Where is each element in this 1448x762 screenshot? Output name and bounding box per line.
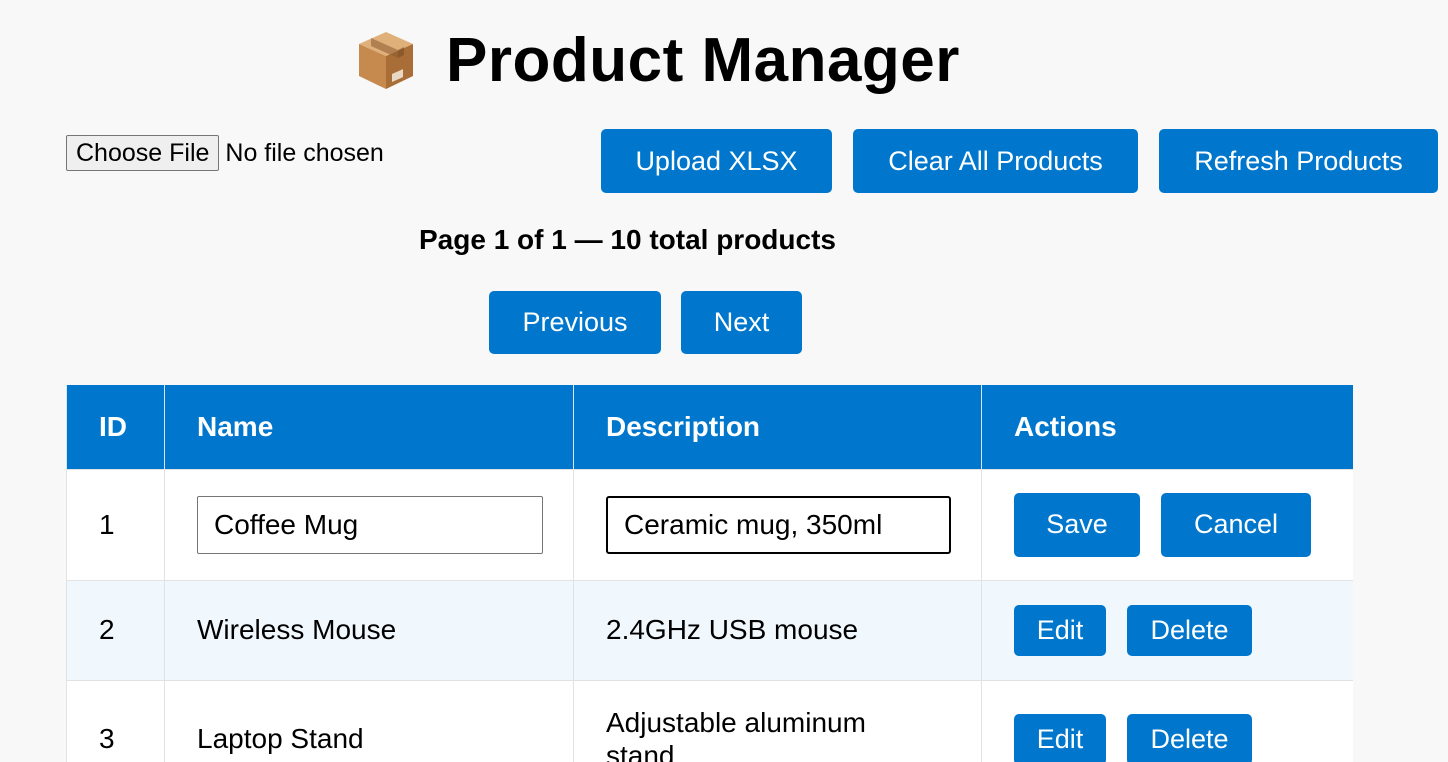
file-status-text: No file chosen <box>225 138 384 167</box>
upload-xlsx-button[interactable]: Upload XLSX <box>601 129 832 193</box>
delete-button[interactable]: Delete <box>1127 604 1252 656</box>
choose-file-button[interactable]: Choose File <box>66 135 220 171</box>
column-header-description: Description <box>573 385 982 469</box>
row-actions: Edit Delete <box>1014 713 1353 762</box>
table-row: 1 Save Cancel <box>66 468 1353 581</box>
product-manager-app: Product Manager Choose File No file chos… <box>0 0 1448 762</box>
column-header-name: Name <box>164 385 574 469</box>
next-page-button[interactable]: Next <box>681 291 802 354</box>
column-header-actions: Actions <box>981 385 1353 469</box>
save-button[interactable]: Save <box>1014 492 1140 557</box>
cell-actions: Save Cancel <box>981 468 1353 581</box>
row-actions: Edit Delete <box>1014 604 1353 656</box>
package-icon <box>356 28 416 92</box>
cell-name: Laptop Stand <box>164 679 574 762</box>
column-header-id: ID <box>66 385 165 469</box>
cell-actions: Edit Delete <box>981 679 1353 762</box>
edit-button[interactable]: Edit <box>1014 713 1106 762</box>
cell-description: Adjustable aluminum stand <box>573 679 982 762</box>
table-row: 2 Wireless Mouse 2.4GHz USB mouse Edit D… <box>66 579 1353 681</box>
cell-id: 2 <box>66 579 165 681</box>
cell-name <box>164 468 574 581</box>
edit-button[interactable]: Edit <box>1014 604 1106 656</box>
cancel-button[interactable]: Cancel <box>1161 492 1311 557</box>
cell-actions: Edit Delete <box>981 579 1353 681</box>
table-header-row: ID Name Description Actions <box>66 385 1353 469</box>
clear-all-products-button[interactable]: Clear All Products <box>853 129 1138 193</box>
refresh-products-button[interactable]: Refresh Products <box>1159 129 1438 193</box>
previous-page-button[interactable]: Previous <box>489 291 661 354</box>
cell-id: 3 <box>66 679 165 762</box>
cell-description <box>573 468 982 581</box>
table-row: 3 Laptop Stand Adjustable aluminum stand… <box>66 679 1353 762</box>
cell-id: 1 <box>66 468 165 581</box>
page-title: Product Manager <box>446 25 960 95</box>
description-edit-input[interactable] <box>606 495 951 554</box>
products-table: ID Name Description Actions 1 Coffee Mug… <box>66 385 1353 762</box>
cell-description: 2.4GHz USB mouse <box>573 579 982 681</box>
products-table-container: ID Name Description Actions 1 Coffee Mug… <box>66 385 1353 762</box>
pagination-info: Page 1 of 1 — 10 total products <box>419 224 836 255</box>
file-picker: Choose File No file chosen <box>66 135 384 171</box>
page-header: Product Manager <box>356 24 960 96</box>
delete-button[interactable]: Delete <box>1127 713 1252 762</box>
row-actions: Save Cancel <box>1014 492 1353 557</box>
description-text: Adjustable aluminum stand <box>606 707 866 762</box>
name-edit-input[interactable] <box>197 495 543 554</box>
cell-name: Wireless Mouse <box>164 579 574 681</box>
